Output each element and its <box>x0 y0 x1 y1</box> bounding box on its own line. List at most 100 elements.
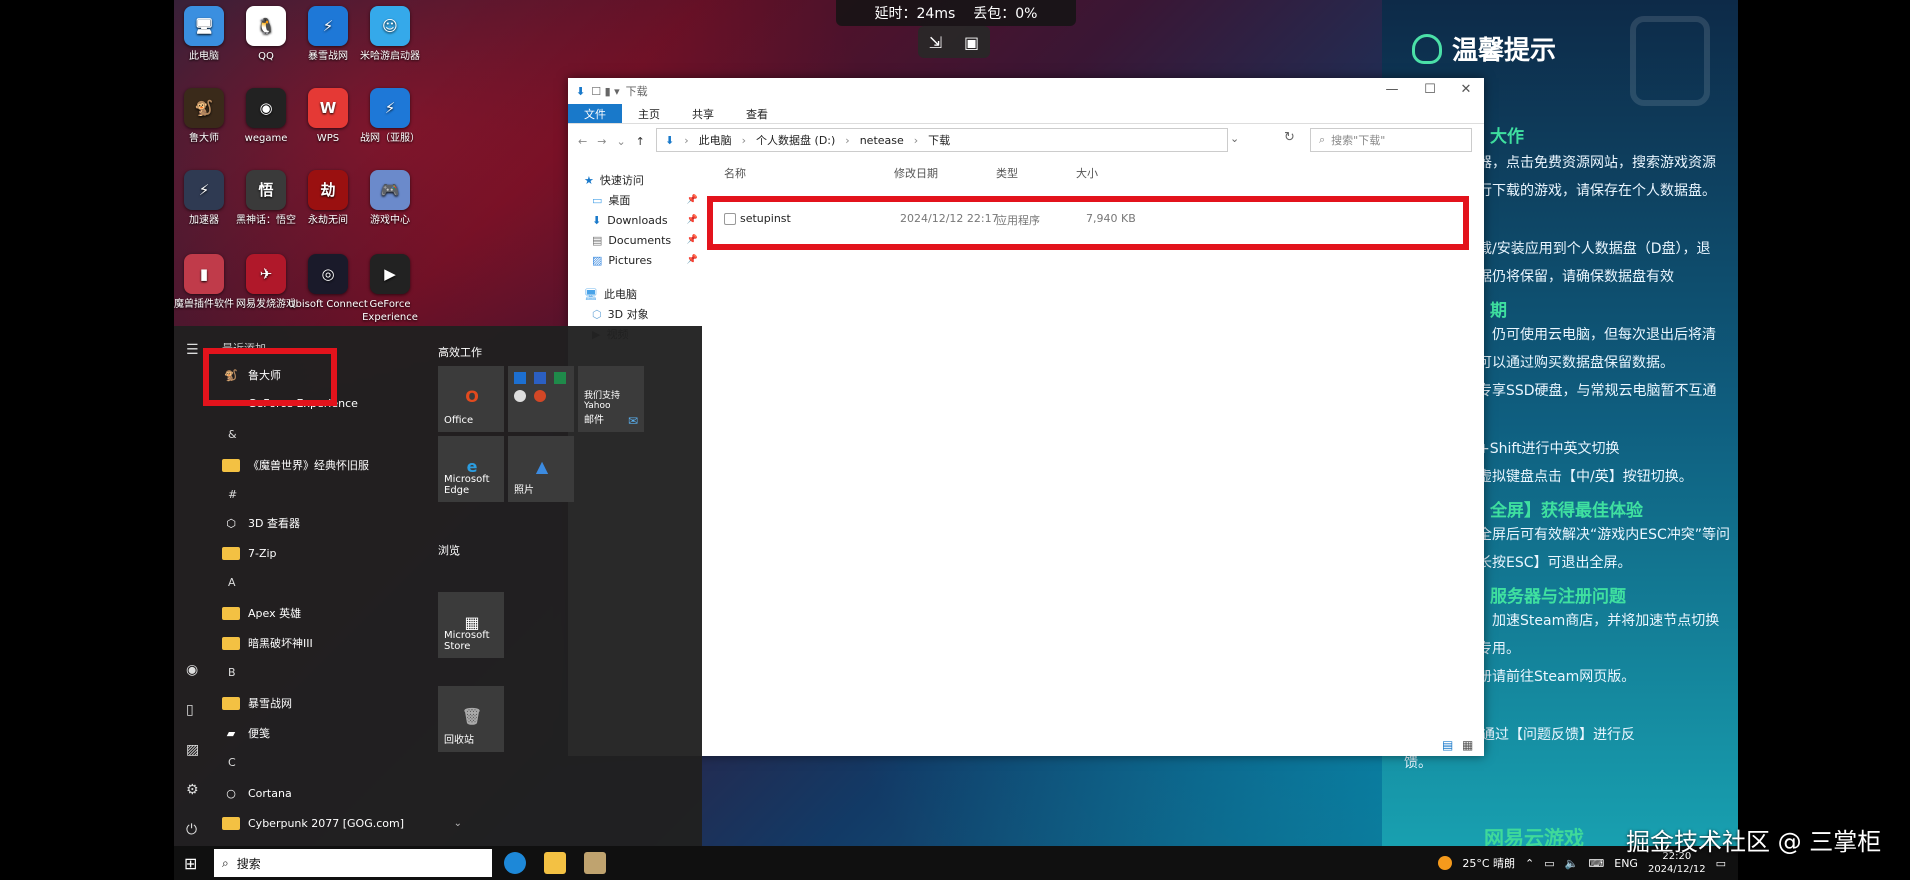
breadcrumb-segment[interactable]: 下载 <box>928 132 950 148</box>
nav-item[interactable]: ★ 快速访问 <box>568 170 708 190</box>
word-icon <box>534 372 546 384</box>
chevron-right-icon[interactable]: › <box>845 134 849 147</box>
start-app-item[interactable]: 暴雪战网⌄ <box>222 692 462 714</box>
column-type[interactable]: 类型 <box>996 165 1018 181</box>
network-icon[interactable]: ▭ <box>1544 857 1554 870</box>
pin-icon: 📌 <box>686 235 698 245</box>
nav-item[interactable]: ⬇ Downloads 📌 <box>568 210 708 230</box>
explorer-taskbar-icon[interactable] <box>544 852 566 874</box>
volume-icon[interactable]: 🔈 <box>1565 857 1579 870</box>
start-app-item[interactable]: 7-Zip ⌄ <box>222 542 462 564</box>
keyboard-icon[interactable]: ⌨ <box>1588 857 1604 870</box>
start-tile[interactable]: 我们支持 Yahoo 邮件 ✉ <box>578 366 644 432</box>
start-app-label: 3D 查看器 <box>248 517 300 530</box>
tile-label: 邮件 <box>584 415 604 426</box>
ludashi-taskbar-icon[interactable] <box>584 852 606 874</box>
start-tile[interactable]: e Microsoft Edge <box>438 436 504 502</box>
start-tile[interactable]: 🗑 回收站 <box>438 686 504 752</box>
start-app-item[interactable]: Apex 英雄⌄ <box>222 602 462 624</box>
details-view-icon[interactable]: ▤ <box>1442 738 1453 752</box>
letter-header[interactable]: # <box>228 488 237 501</box>
refresh-icon[interactable]: ↻ <box>1284 130 1295 145</box>
explorer-search-box[interactable]: ⌕ 搜索"下载" <box>1310 128 1472 152</box>
tip-line: 大作 <box>1490 127 1524 147</box>
user-icon[interactable]: ◉ <box>186 662 198 678</box>
letter-header[interactable]: C <box>228 756 236 769</box>
ribbon-tab[interactable]: 文件 <box>568 104 622 123</box>
nav-item[interactable]: ⬡ 3D 对象 <box>568 304 708 324</box>
desktop-icon[interactable]: ⚡ 战网（亚服） <box>350 88 430 145</box>
breadcrumb-segment[interactable]: 个人数据盘 (D:) <box>756 132 835 148</box>
maximize-button[interactable]: ☐ <box>1410 82 1450 97</box>
start-app-item[interactable]: ○ Cortana <box>222 782 462 804</box>
hamburger-icon[interactable]: ☰ <box>186 342 199 358</box>
ribbon-tab[interactable]: 共享 <box>676 104 730 123</box>
address-dropdown-icon[interactable]: ⌄ <box>1230 132 1239 145</box>
start-app-item[interactable]: ⬡ 3D 查看器 <box>222 512 462 534</box>
chevron-down-icon[interactable]: ⌄ <box>616 135 625 148</box>
app-item-icon: ○ <box>226 786 236 800</box>
app-icon: 🖥 <box>184 6 224 46</box>
back-arrow-icon[interactable]: ← <box>578 135 587 148</box>
start-app-item[interactable]: ▰ 便笺 <box>222 722 462 744</box>
minimize-button[interactable]: — <box>1372 82 1412 97</box>
start-tile[interactable]: O Office <box>438 366 504 432</box>
nav-item[interactable]: ▤ Documents 📌 <box>568 230 708 250</box>
letter-header[interactable]: B <box>228 666 236 679</box>
app-icon: W <box>308 88 348 128</box>
breadcrumb-segment[interactable]: netease <box>860 134 904 147</box>
pictures-icon[interactable]: ▨ <box>186 742 199 758</box>
ribbon-tab[interactable]: 主页 <box>622 104 676 123</box>
edge-taskbar-icon[interactable] <box>504 852 526 874</box>
start-tile[interactable]: ▲ 照片 <box>508 436 574 502</box>
start-app-item[interactable]: Cyberpunk 2077 [GOG.com] ⌄ <box>222 812 462 834</box>
weather-icon <box>1438 856 1453 870</box>
desktop-icon[interactable]: ☺ 米哈游启动器 <box>350 6 430 63</box>
letter-header[interactable]: & <box>228 428 237 441</box>
screen-capture-icon[interactable]: ▣ <box>964 33 979 52</box>
app-icon: ⚡ <box>184 170 224 210</box>
nav-item-icon: ⬇ <box>592 213 602 227</box>
settings-icon[interactable]: ⚙ <box>186 782 199 798</box>
document-icon[interactable]: ▯ <box>186 702 194 718</box>
desktop-icon-label: 战网（亚服） <box>360 133 420 144</box>
folder-icon <box>222 606 240 620</box>
nav-item[interactable]: 🖥 此电脑 <box>568 284 708 304</box>
windows-start-icon[interactable]: ⊞ <box>184 854 197 873</box>
ribbon-tab[interactable]: 查看 <box>730 104 784 123</box>
up-arrow-icon[interactable]: ↑ <box>636 135 645 148</box>
notification-icon[interactable]: ▭ <box>1716 857 1726 870</box>
chevron-down-icon[interactable]: ⌄ <box>454 818 462 829</box>
explorer-titlebar: ⬇ ☐ ▮ ▾ 下载 <box>568 78 1484 104</box>
quick-access-toolbar-icon[interactable]: ☐ ▮ ▾ <box>591 85 619 98</box>
app-highlight-box <box>203 348 337 406</box>
desktop-icon[interactable]: ▶ GeForce Experience <box>350 254 430 324</box>
address-bar[interactable]: ⬇ › 此电脑 › 个人数据盘 (D:) › netease › 下载 <box>656 128 1228 152</box>
start-tile[interactable]: ▦ Microsoft Store <box>438 592 504 658</box>
forward-arrow-icon[interactable]: → <box>597 135 606 148</box>
chevron-right-icon[interactable]: › <box>684 134 688 147</box>
nav-item[interactable]: ▨ Pictures 📌 <box>568 250 708 270</box>
close-button[interactable]: ✕ <box>1446 82 1486 97</box>
start-app-item[interactable]: 暗黑破坏神III⌄ <box>222 632 462 654</box>
column-date[interactable]: 修改日期 <box>894 165 938 181</box>
weather-text[interactable]: 25°C 晴朗 <box>1462 855 1515 871</box>
chevron-right-icon[interactable]: › <box>742 134 746 147</box>
start-tile[interactable] <box>508 366 574 432</box>
power-icon[interactable]: ⏻ <box>186 822 197 838</box>
thumbnail-view-icon[interactable]: ▦ <box>1462 738 1473 752</box>
app-icon: 劫 <box>308 170 348 210</box>
language-indicator[interactable]: ENG <box>1614 857 1638 870</box>
breadcrumb-segment[interactable]: 此电脑 <box>699 132 732 148</box>
exit-fullscreen-icon[interactable]: ⇲ <box>929 33 942 52</box>
chevron-right-icon[interactable]: › <box>914 134 918 147</box>
start-app-item[interactable]: 《魔兽世界》经典怀旧服⌄ <box>222 454 462 476</box>
nav-item[interactable]: ▭ 桌面 📌 <box>568 190 708 210</box>
letter-header[interactable]: A <box>228 576 236 589</box>
taskbar-search[interactable]: ⌕ 搜索 <box>214 849 492 877</box>
column-name[interactable]: 名称 <box>724 165 746 181</box>
desktop-icon[interactable]: 🎮 游戏中心 <box>350 170 430 227</box>
column-size[interactable]: 大小 <box>1076 165 1098 181</box>
nav-item-icon: ▨ <box>592 253 603 267</box>
chevron-up-icon[interactable]: ⌃ <box>1525 857 1534 870</box>
